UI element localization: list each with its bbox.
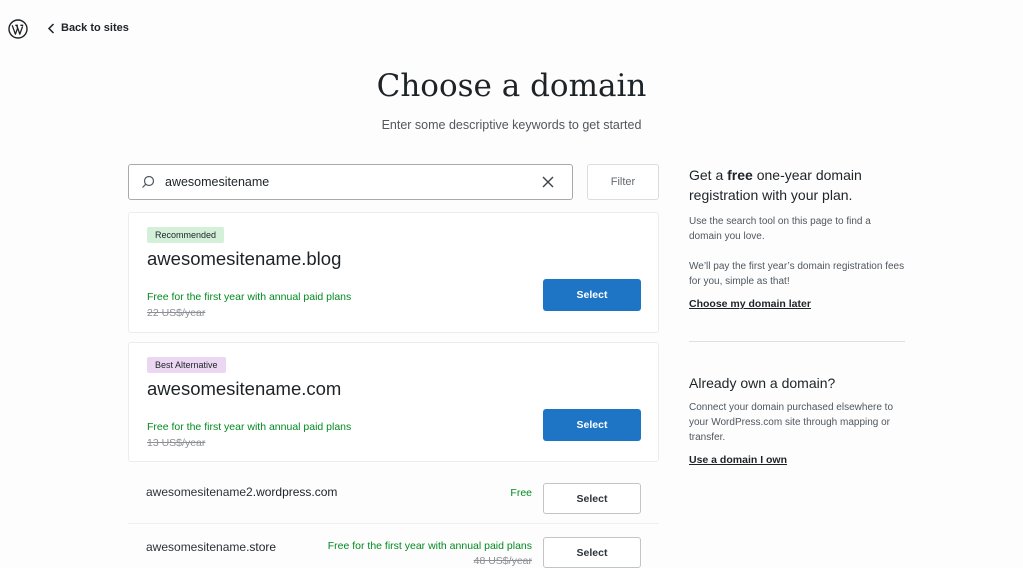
best-alternative-badge: Best Alternative bbox=[147, 357, 226, 373]
own-domain-text: Connect your domain purchased elsewhere … bbox=[689, 402, 894, 443]
original-price: 48 US$/year bbox=[473, 555, 532, 567]
own-domain-section: Already own a domain? Connect your domai… bbox=[689, 373, 905, 466]
select-button[interactable]: Select bbox=[543, 409, 641, 441]
use-own-domain-link[interactable]: Use a domain I own bbox=[689, 454, 905, 466]
domain-name: awesomesitename.store bbox=[146, 540, 276, 554]
promo-text: We’ll pay the first year’s domain regist… bbox=[689, 261, 905, 287]
back-to-sites-label: Back to sites bbox=[61, 22, 129, 34]
chevron-left-icon bbox=[47, 22, 55, 34]
close-icon[interactable] bbox=[542, 176, 554, 188]
domain-search-input[interactable] bbox=[165, 175, 542, 189]
domain-tld: .wordpress.com bbox=[252, 485, 338, 499]
featured-domain-card: Best Alternative awesomesitename.com Fre… bbox=[128, 342, 659, 462]
original-price: 13 US$/year bbox=[147, 437, 206, 449]
free-offer-note: Free for the first year with annual paid… bbox=[327, 540, 532, 552]
free-domain-promo: Get a free one-year domain registration … bbox=[689, 165, 905, 310]
domain-base: awesomesitename bbox=[146, 540, 247, 554]
free-offer-note: Free for the first year with annual paid… bbox=[147, 291, 352, 303]
select-button[interactable]: Select bbox=[543, 279, 641, 311]
domain-result-row: awesomesitename.store Free for the first… bbox=[128, 525, 659, 568]
original-price: 22 US$/year bbox=[147, 307, 206, 319]
sidebar-divider bbox=[689, 341, 905, 342]
page-title: Choose a domain bbox=[376, 68, 647, 104]
select-button[interactable]: Select bbox=[543, 537, 641, 568]
search-icon bbox=[142, 175, 155, 188]
filter-button[interactable]: Filter bbox=[587, 164, 659, 200]
back-to-sites-link[interactable]: Back to sites bbox=[47, 22, 129, 34]
page-subtitle: Enter some descriptive keywords to get s… bbox=[381, 118, 642, 132]
promo-heading: Get a free one-year domain registration … bbox=[689, 165, 905, 205]
domain-name: awesomesitename.blog bbox=[147, 248, 342, 269]
promo-text: Use the search tool on this page to find… bbox=[689, 216, 871, 242]
domain-tld: .store bbox=[246, 540, 277, 554]
promo-heading-bold: free bbox=[727, 167, 753, 183]
featured-domain-card: Recommended awesomesitename.blog Free fo… bbox=[128, 212, 659, 333]
domain-search-box[interactable] bbox=[128, 164, 573, 200]
free-offer-note: Free for the first year with annual paid… bbox=[147, 421, 352, 433]
recommended-badge: Recommended bbox=[147, 227, 225, 243]
own-domain-heading: Already own a domain? bbox=[689, 375, 836, 391]
price-label: Free bbox=[510, 487, 532, 499]
domain-base: awesomesitename2 bbox=[146, 485, 253, 499]
promo-heading-prefix: Get a bbox=[689, 167, 728, 183]
domain-result-row: awesomesitename2.wordpress.com Free Sele… bbox=[128, 470, 659, 524]
choose-domain-later-link[interactable]: Choose my domain later bbox=[689, 298, 905, 310]
domain-name: awesomesitename.com bbox=[147, 378, 342, 399]
select-button[interactable]: Select bbox=[543, 483, 641, 514]
wordpress-logo-icon[interactable] bbox=[8, 19, 28, 39]
domain-name: awesomesitename2.wordpress.com bbox=[146, 485, 337, 499]
